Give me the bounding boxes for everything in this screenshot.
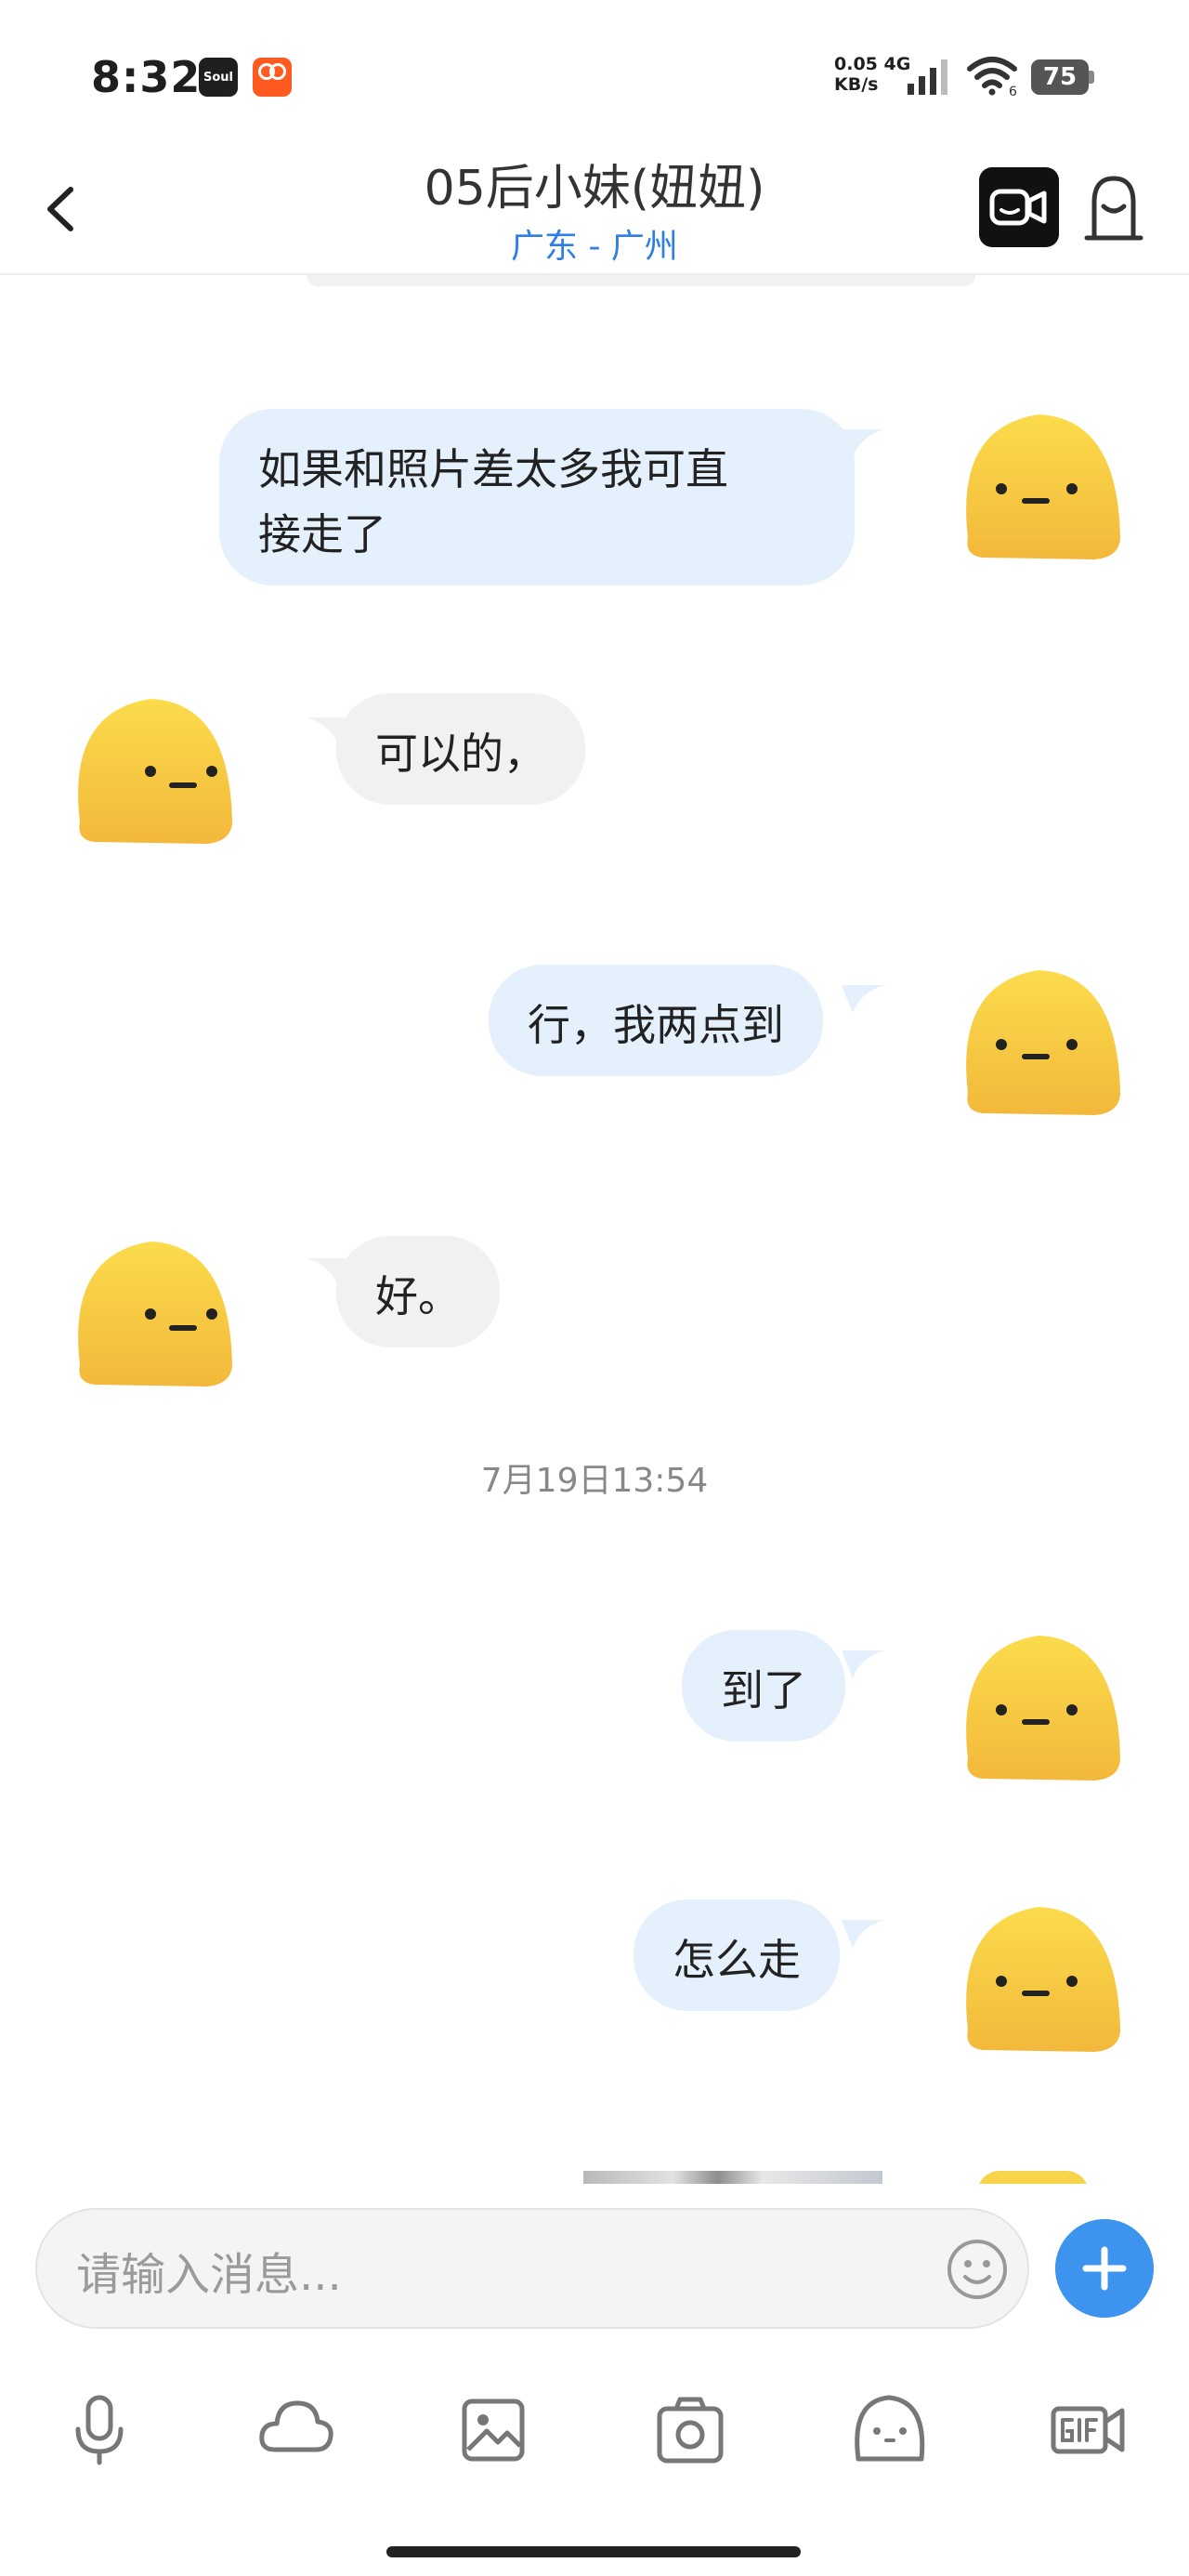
message-bubble-sent[interactable]: 到了: [682, 1630, 845, 1741]
video-call-button[interactable]: [979, 167, 1059, 247]
soul-app-label: Soul: [203, 70, 233, 85]
sticker-face-icon[interactable]: [847, 2388, 931, 2472]
wifi-icon: 6: [967, 57, 1017, 97]
gif-icon[interactable]: [1046, 2388, 1130, 2472]
wifi-label: 6: [1009, 85, 1017, 97]
bottom-toolbar: [0, 2388, 1189, 2500]
message-input[interactable]: 请输入消息...: [35, 2208, 1029, 2329]
my-avatar[interactable]: [955, 1901, 1122, 2056]
message-bubble-sent[interactable]: 如果和照片差太多我可直 接走了: [219, 409, 855, 585]
bubble-tail: [842, 985, 884, 1013]
previous-image-message[interactable]: [307, 275, 975, 286]
my-avatar[interactable]: [955, 1630, 1122, 1784]
my-avatar[interactable]: [955, 965, 1122, 1119]
battery-indicator: 75: [1031, 59, 1094, 97]
status-bar: 8:32 Soul 0.05 4G KB/s 6 75: [0, 0, 1189, 149]
bubble-tail: [842, 429, 884, 457]
network-speed: 0.05 4G KB/s: [834, 54, 910, 95]
my-avatar[interactable]: [955, 409, 1122, 563]
soul-app-icon: Soul: [199, 58, 238, 97]
battery-tip: [1089, 71, 1094, 84]
message-list[interactable]: 如果和照片差太多我可直 接走了 可以的， 行，我两点到 好。 7月19日13:5…: [0, 275, 1189, 2186]
emoji-icon[interactable]: [940, 2232, 1014, 2307]
message-bubble-received[interactable]: 好。: [336, 1236, 500, 1347]
battery-level: 75: [1031, 59, 1089, 95]
chat-header: 05后小妹(妞妞) 广东 - 广州: [0, 149, 1189, 275]
image-icon[interactable]: [451, 2388, 535, 2472]
home-indicator[interactable]: [386, 2546, 801, 2557]
microphone-icon[interactable]: [58, 2388, 141, 2472]
input-placeholder: 请输入消息...: [76, 2249, 342, 2301]
bubble-tail: [842, 1650, 884, 1678]
cloud-icon[interactable]: [255, 2388, 338, 2472]
bubble-tail: [842, 1920, 884, 1948]
notification-app-icon: [253, 58, 292, 97]
message-bubble-sent[interactable]: 怎么走: [634, 1899, 840, 2011]
message-bubble-received[interactable]: 可以的，: [336, 693, 585, 805]
camera-icon[interactable]: [648, 2388, 732, 2472]
net-speed-value: 0.05: [834, 54, 878, 74]
profile-button[interactable]: [1081, 171, 1146, 245]
net-speed-unit: KB/s: [834, 74, 879, 95]
status-time: 8:32: [91, 52, 202, 102]
message-text-line: 接走了: [258, 509, 386, 559]
message-input-bar: 请输入消息...: [0, 2184, 1189, 2329]
contact-avatar[interactable]: [67, 693, 234, 848]
contact-avatar[interactable]: [67, 1236, 234, 1390]
message-text-line: 如果和照片差太多我可直: [258, 444, 728, 494]
message-timestamp: 7月19日13:54: [480, 1462, 709, 1500]
plus-button[interactable]: [1055, 2219, 1154, 2318]
signal-icon: [908, 59, 947, 95]
message-bubble-sent[interactable]: 行，我两点到: [489, 965, 823, 1076]
